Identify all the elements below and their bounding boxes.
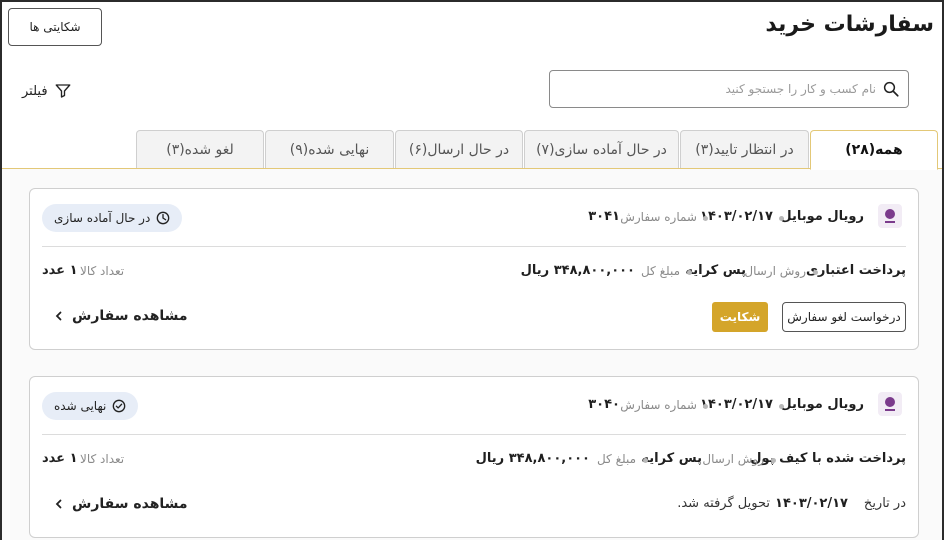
complaints-button[interactable]: شکایتی ها [8, 8, 102, 46]
order-number-label: شماره سفارش [620, 210, 697, 224]
tab-finalized[interactable]: نهایی شده(۹) [265, 130, 394, 169]
delivery-prefix: در تاریخ [863, 496, 906, 511]
separator-dot [643, 458, 648, 463]
status-badge: در حال آماده سازی [42, 204, 183, 232]
shipping-label: روش ارسال [702, 452, 764, 466]
card-divider [42, 246, 906, 247]
chevron-left-icon [54, 499, 64, 509]
order-amount: ۳۴۸,۸۰۰,۰۰۰ ریال [520, 263, 635, 278]
view-order-link[interactable]: مشاهده سفارش [54, 496, 188, 512]
shop-name: رویال موبایل [780, 397, 864, 412]
order-number-label: شماره سفارش [620, 398, 697, 412]
shipping-label: روش ارسال [744, 264, 806, 278]
separator-dot [779, 216, 784, 221]
order-card: رویال موبایل ۱۴۰۳/۰۲/۱۷ شماره سفارش ۳۰۴۱… [29, 188, 919, 350]
filter-icon [54, 82, 72, 100]
amount-label: مبلغ کل [640, 264, 680, 278]
tab-all[interactable]: همه(۲۸) [810, 130, 938, 170]
status-label: در حال آماده سازی [54, 211, 151, 225]
view-order-label: مشاهده سفارش [72, 496, 188, 512]
page-title: سفارشات خرید [765, 12, 934, 37]
cancel-order-button[interactable]: درخواست لغو سفارش [782, 302, 906, 332]
search-box [549, 70, 909, 108]
shop-name: رویال موبایل [780, 209, 864, 224]
chevron-left-icon [54, 311, 64, 321]
check-circle-icon [112, 399, 126, 413]
search-input[interactable] [550, 74, 876, 104]
search-icon[interactable] [882, 80, 900, 98]
tab-underline [2, 168, 942, 169]
order-amount: ۳۴۸,۸۰۰,۰۰۰ ریال [475, 451, 590, 466]
amount-label: مبلغ کل [596, 452, 636, 466]
order-date: ۱۴۰۳/۰۲/۱۷ [700, 209, 773, 224]
separator-dot [687, 270, 692, 275]
view-order-label: مشاهده سفارش [72, 308, 188, 324]
card-divider [42, 434, 906, 435]
shop-logo [878, 204, 902, 228]
filter-button[interactable]: فیلتر [22, 80, 72, 102]
order-number: ۳۰۴۱ [588, 209, 620, 224]
separator-dot [703, 216, 708, 221]
separator-dot [813, 270, 818, 275]
order-number: ۳۰۴۰ [588, 397, 620, 412]
status-badge: نهایی شده [42, 392, 139, 420]
items-count-label: تعداد کالا [80, 452, 125, 466]
tab-bar: همه(۲۸) در انتظار تایید(۳) در حال آماده … [2, 130, 942, 170]
tab-cancelled[interactable]: لغو شده(۳) [136, 130, 264, 169]
delivery-date: ۱۴۰۳/۰۲/۱۷ [775, 496, 848, 511]
shipping-method: پس کرایه [685, 263, 746, 278]
separator-dot [779, 404, 784, 409]
separator-dot [771, 458, 776, 463]
tab-preparing[interactable]: در حال آماده سازی(۷) [524, 130, 679, 169]
tab-shipping[interactable]: در حال ارسال(۶) [395, 130, 523, 169]
tab-pending-approval[interactable]: در انتظار تایید(۳) [680, 130, 809, 169]
separator-dot [703, 404, 708, 409]
shop-logo [878, 392, 902, 416]
filter-label: فیلتر [22, 83, 48, 99]
items-count: ۱ عدد [42, 451, 78, 466]
view-order-link[interactable]: مشاهده سفارش [54, 308, 188, 324]
order-card: رویال موبایل ۱۴۰۳/۰۲/۱۷ شماره سفارش ۳۰۴۰… [29, 376, 919, 538]
delivery-status: تحویل گرفته شد. [677, 496, 770, 511]
order-date: ۱۴۰۳/۰۲/۱۷ [700, 397, 773, 412]
shipping-method: پس کرایه [641, 451, 702, 466]
status-label: نهایی شده [54, 399, 107, 413]
items-count: ۱ عدد [42, 263, 78, 278]
payment-method: پرداخت اعتباری [806, 263, 906, 278]
complaint-button[interactable]: شکایت [712, 302, 768, 332]
items-count-label: تعداد کالا [80, 264, 125, 278]
clock-icon [156, 211, 170, 225]
